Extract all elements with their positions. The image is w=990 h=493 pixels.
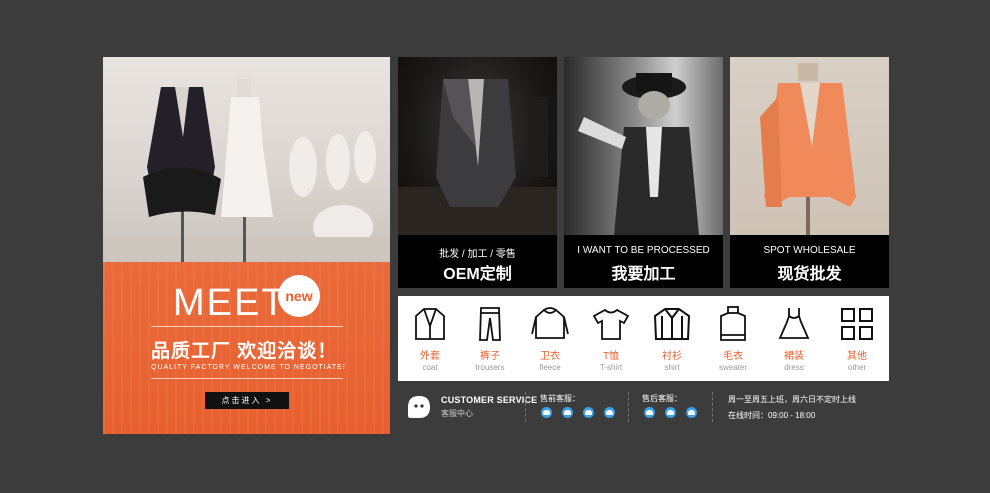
- category-label-en: T-shirt: [599, 363, 623, 372]
- enter-button[interactable]: 点击进入 >: [205, 392, 289, 409]
- divider: [712, 392, 713, 422]
- category-sweater[interactable]: 毛衣 sweater: [705, 304, 761, 372]
- divider: [525, 392, 526, 422]
- divider: [628, 392, 629, 422]
- qq-chat-icon[interactable]: [604, 407, 615, 418]
- hero-orange-panel: MEET new 品质工厂 欢迎洽谈！ QUALITY FACTORY WELC…: [103, 262, 390, 434]
- fleece-icon: [522, 304, 578, 344]
- category-label: 衬衫: [662, 351, 682, 362]
- sweater-icon: [705, 304, 761, 344]
- customer-service-bar: CUSTOMER SERVICE 客服中心 售前客服： 售后客服： 周一至周五上…: [398, 386, 889, 434]
- hero-banner[interactable]: MEET new 品质工厂 欢迎洽谈！ QUALITY FACTORY WELC…: [103, 57, 390, 434]
- qq-chat-icon[interactable]: [665, 407, 676, 418]
- category-label: 卫衣: [540, 351, 560, 362]
- service-subtitle: 客服中心: [441, 409, 473, 418]
- category-label: 裙装: [784, 351, 804, 362]
- category-label: 毛衣: [723, 351, 743, 362]
- category-strip: 外套 coat 裤子 trousers 卫衣 fleece T恤 T-shirt: [398, 296, 889, 381]
- card-oem[interactable]: 批发 / 加工 / 零售 OEM定制: [398, 57, 557, 288]
- divider-line: [151, 378, 343, 379]
- category-label-en: sweater: [718, 363, 747, 372]
- category-label-en: other: [847, 363, 867, 372]
- card-subtitle: SPOT WHOLESALE: [763, 245, 856, 256]
- qq-chat-icon[interactable]: [686, 407, 697, 418]
- grid-icon: [829, 304, 885, 344]
- category-label-en: trousers: [475, 363, 505, 372]
- orange-jacket-photo: [730, 57, 889, 235]
- service-mascot-icon: [406, 394, 432, 420]
- category-label: T恤: [602, 351, 620, 362]
- card-title: 现货批发: [777, 266, 842, 283]
- category-trousers[interactable]: 裤子 trousers: [462, 304, 518, 372]
- divider-line: [151, 326, 343, 327]
- card-title: 我要加工: [611, 266, 676, 283]
- tshirt-icon: [583, 304, 639, 344]
- category-shirt[interactable]: 衬衫 shirt: [644, 304, 700, 372]
- coat-icon: [402, 304, 458, 344]
- qq-chat-icon[interactable]: [644, 407, 655, 418]
- qq-chat-icon[interactable]: [541, 407, 552, 418]
- category-dress[interactable]: 裙装 dress: [766, 304, 822, 372]
- meet-heading: MEET: [173, 282, 287, 324]
- category-label-en: shirt: [664, 363, 680, 372]
- service-hours-time: 在线时间：09:00 - 18:00: [728, 411, 816, 420]
- category-tshirt[interactable]: T恤 T-shirt: [583, 304, 639, 372]
- category-label: 其他: [847, 351, 867, 362]
- category-label-en: dress: [784, 363, 804, 372]
- aftersale-label: 售后客服：: [642, 394, 682, 403]
- qq-chat-icon[interactable]: [562, 407, 573, 418]
- card-wholesale[interactable]: SPOT WHOLESALE 现货批发: [730, 57, 889, 288]
- new-badge: new: [278, 275, 320, 317]
- service-hours-days: 周一至周五上班，周六日不定时上线: [728, 395, 856, 404]
- showroom-photo: [103, 57, 390, 262]
- service-title: CUSTOMER SERVICE: [441, 395, 538, 405]
- category-label: 裤子: [480, 351, 500, 362]
- category-label-en: coat: [422, 363, 438, 372]
- card-subtitle: I WANT TO BE PROCESSED: [577, 245, 710, 256]
- shirt-icon: [644, 304, 700, 344]
- category-fleece[interactable]: 卫衣 fleece: [522, 304, 578, 372]
- hero-slogan: 品质工厂 欢迎洽谈！: [151, 341, 338, 362]
- hero-slogan-en: QUALITY FACTORY WELCOME TO NEGOTIATE!: [151, 364, 346, 371]
- dress-icon: [766, 304, 822, 344]
- category-other[interactable]: 其他 other: [829, 304, 885, 372]
- qq-chat-icon[interactable]: [583, 407, 594, 418]
- card-processing[interactable]: I WANT TO BE PROCESSED 我要加工: [564, 57, 723, 288]
- category-label: 外套: [420, 351, 440, 362]
- category-coat[interactable]: 外套 coat: [402, 304, 458, 372]
- trousers-icon: [462, 304, 518, 344]
- suit-photo: [398, 57, 557, 235]
- presale-label: 售前客服：: [540, 394, 580, 403]
- category-label-en: fleece: [539, 363, 561, 372]
- card-title: OEM定制: [443, 266, 512, 283]
- tailor-photo: [564, 57, 723, 235]
- card-subtitle: 批发 / 加工 / 零售: [439, 249, 516, 260]
